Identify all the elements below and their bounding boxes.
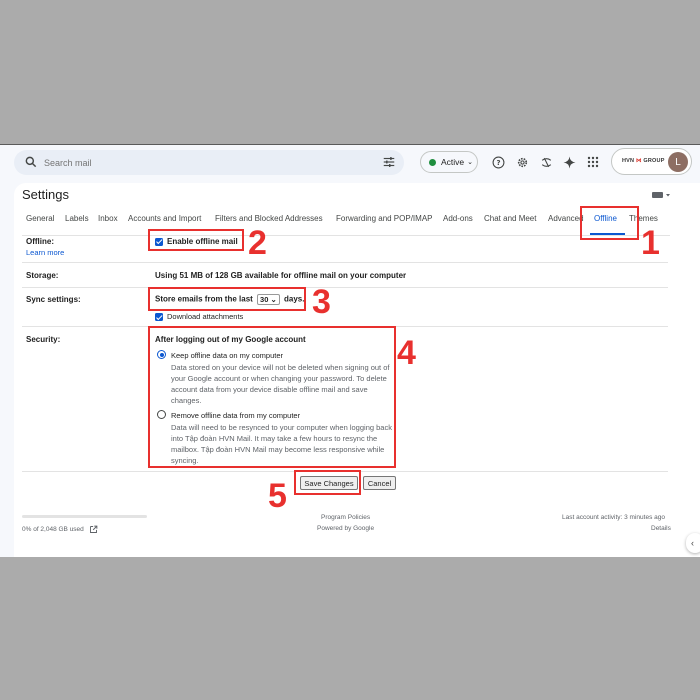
program-policies-link[interactable]: Program Policies <box>321 514 370 521</box>
svg-text:?: ? <box>496 158 500 167</box>
cancel-button[interactable]: Cancel <box>363 476 396 490</box>
active-dot-icon <box>429 158 436 166</box>
tab-filters-and-blocked-addresses[interactable]: Filters and Blocked Addresses <box>215 214 323 223</box>
tab-labels[interactable]: Labels <box>65 214 89 223</box>
storage-text: Using 51 MB of 128 GB available for offl… <box>155 271 407 280</box>
tab-chat-and-meet[interactable]: Chat and Meet <box>484 214 536 223</box>
annotation-box-5 <box>294 470 361 495</box>
tab-inbox[interactable]: Inbox <box>98 214 118 223</box>
storage-label: Storage: <box>26 271 59 280</box>
annotation-number-1: 1 <box>641 224 660 262</box>
apps-grid-icon[interactable] <box>585 154 601 170</box>
sync-settings-label: Sync settings: <box>26 295 81 304</box>
learn-more-link[interactable]: Learn more <box>26 248 64 257</box>
annotation-number-4: 4 <box>397 334 416 372</box>
tab-advanced[interactable]: Advanced <box>548 214 584 223</box>
account-chip[interactable]: HVN ⋈ GROUP L <box>611 148 692 175</box>
google-apps-script-icon[interactable] <box>538 154 554 170</box>
annotation-box-2 <box>148 229 244 251</box>
side-panel-toggle[interactable]: ‹ <box>686 533 700 553</box>
tab-add-ons[interactable]: Add-ons <box>443 214 473 223</box>
security-label: Security: <box>26 335 61 344</box>
status-dropdown[interactable]: Active ⌄ <box>420 151 478 173</box>
search-icon[interactable] <box>24 155 38 169</box>
download-attachments-row[interactable]: Download attachments <box>155 312 244 322</box>
organization-logo: HVN ⋈ GROUP <box>622 158 665 164</box>
annotation-number-2: 2 <box>248 224 267 262</box>
search-bar[interactable] <box>14 150 404 175</box>
tab-accounts-and-import[interactable]: Accounts and Import <box>128 214 201 223</box>
offline-label: Offline: <box>26 237 54 246</box>
tab-general[interactable]: General <box>26 214 54 223</box>
avatar[interactable]: L <box>668 152 688 172</box>
settings-icon[interactable] <box>514 154 530 170</box>
row-divider <box>22 262 668 263</box>
search-input[interactable] <box>44 154 344 171</box>
details-link[interactable]: Details <box>651 525 671 532</box>
status-label: Active <box>441 157 465 167</box>
tab-forwarding-and-pop-imap[interactable]: Forwarding and POP/IMAP <box>336 214 432 223</box>
storage-usage-bar <box>22 515 147 518</box>
help-icon[interactable]: ? <box>490 154 506 170</box>
annotation-box-1 <box>580 206 639 240</box>
chevron-left-icon: ‹ <box>691 538 694 548</box>
last-activity-text: Last account activity: 3 minutes ago <box>562 514 665 521</box>
annotation-box-3 <box>148 287 306 311</box>
gemini-sparkle-icon[interactable] <box>561 154 577 170</box>
annotation-number-5: 5 <box>268 477 287 515</box>
annotation-number-3: 3 <box>312 283 331 321</box>
page-title: Settings <box>22 187 69 202</box>
powered-by-google: Powered by Google <box>317 525 375 532</box>
tune-icon[interactable] <box>382 155 396 169</box>
annotation-box-4 <box>148 326 396 468</box>
tabs-divider <box>22 235 670 236</box>
download-attachments-checkbox[interactable] <box>155 313 163 322</box>
storage-usage-text: 0% of 2,048 GB used <box>22 525 98 534</box>
row-divider <box>22 287 668 288</box>
open-external-icon[interactable] <box>89 525 98 534</box>
input-tools-icon[interactable] <box>652 191 670 199</box>
download-attachments-label: Download attachments <box>167 312 244 321</box>
chevron-down-icon: ⌄ <box>467 159 474 166</box>
